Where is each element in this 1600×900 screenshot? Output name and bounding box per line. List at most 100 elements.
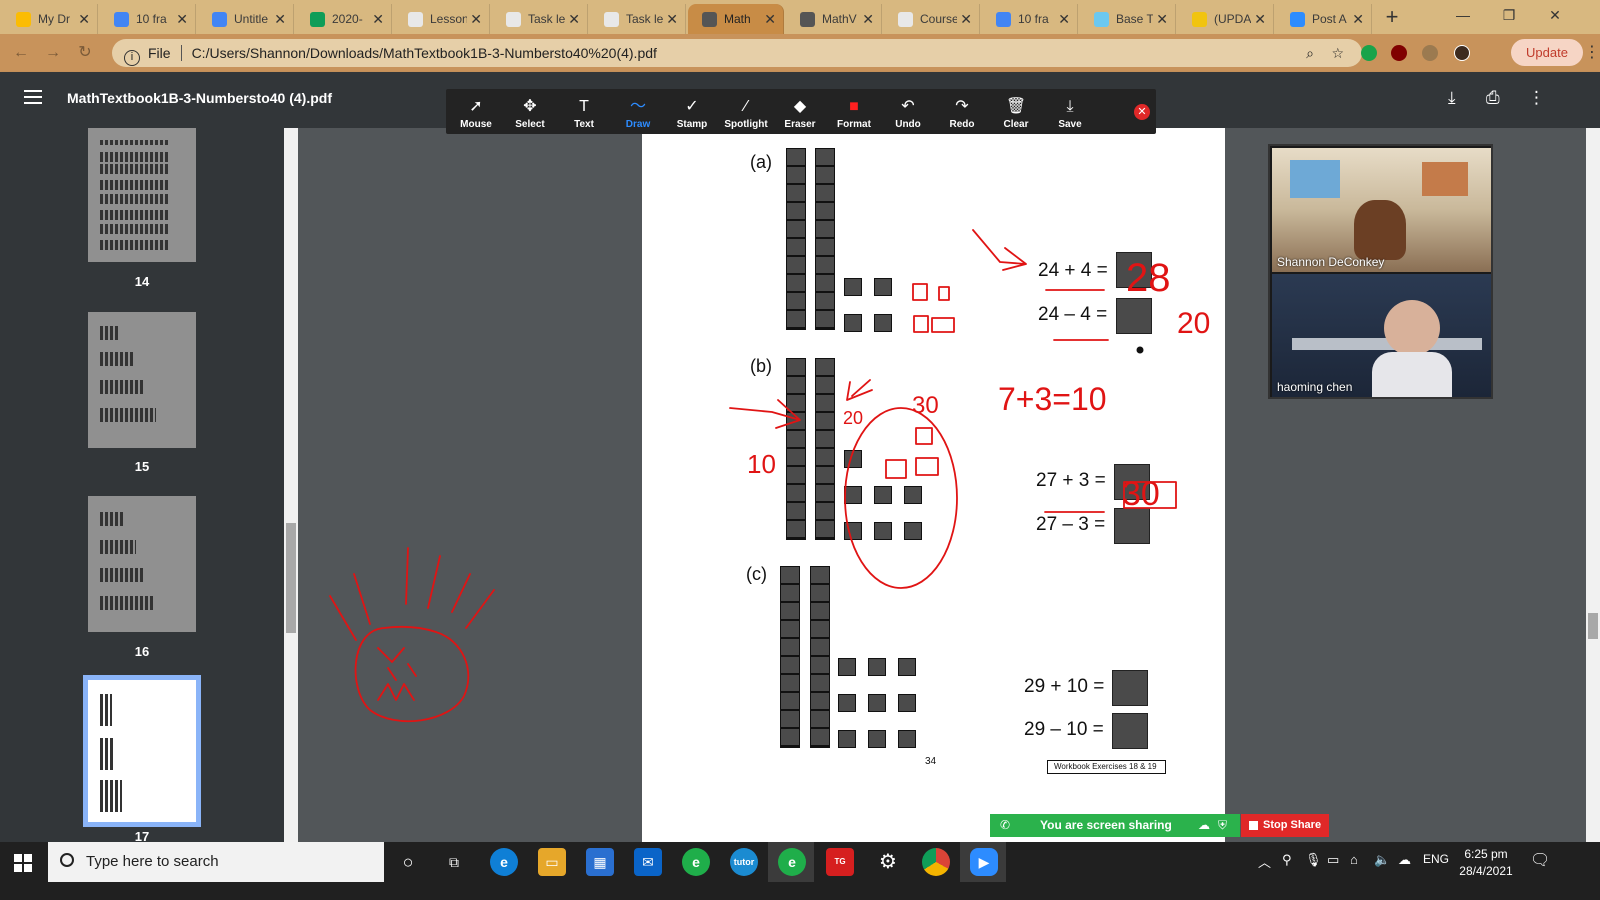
cortana-icon[interactable]: ○ [394, 848, 422, 876]
participant-video[interactable]: haoming chen [1272, 274, 1491, 397]
tray-chevron-icon[interactable]: ︿ [1258, 852, 1271, 871]
thumbnail-page-16[interactable] [88, 496, 196, 632]
sidebar-scrollbar[interactable] [284, 128, 298, 860]
browser-tab[interactable]: Post A ✕ [1276, 4, 1372, 34]
thumbnail-page-15[interactable] [88, 312, 196, 448]
tab-close-icon[interactable]: ✕ [372, 4, 384, 34]
browser-tab[interactable]: Untitle ✕ [198, 4, 294, 34]
browser-tab[interactable]: Course ✕ [884, 4, 980, 34]
close-window-button[interactable]: ✕ [1532, 0, 1578, 30]
tool-draw[interactable]: 〜 Draw [610, 89, 666, 134]
extension-puzzle-icon[interactable] [1422, 45, 1438, 61]
browser-tab[interactable]: 2020- ✕ [296, 4, 392, 34]
back-button[interactable]: ← [10, 42, 32, 64]
tab-close-icon[interactable]: ✕ [1058, 4, 1070, 34]
restore-button[interactable]: ❐ [1486, 0, 1532, 30]
tab-close-icon[interactable]: ✕ [1156, 4, 1168, 34]
pdf-more-icon[interactable]: ⋮ [1528, 88, 1545, 108]
browser-tab[interactable]: Lesson ✕ [394, 4, 490, 34]
address-bar[interactable]: i File C:/Users/Shannon/Downloads/MathText… [112, 39, 1362, 67]
tab-close-icon[interactable]: ✕ [666, 4, 678, 34]
tutor-app-icon[interactable]: tutor [730, 848, 758, 876]
thumbnail-page-17[interactable] [83, 675, 201, 827]
tab-close-icon[interactable]: ✕ [764, 4, 776, 34]
tool-stamp[interactable]: ✓ Stamp [664, 89, 720, 134]
windows-start-icon[interactable] [14, 854, 32, 872]
zoom-icon[interactable]: ⌕ [1306, 39, 1314, 67]
document-scrollbar[interactable] [1586, 128, 1600, 860]
tool-format[interactable]: ■ Format [826, 89, 882, 134]
tab-close-icon[interactable]: ✕ [274, 4, 286, 34]
volume-icon[interactable]: 🔈 [1374, 852, 1390, 868]
extension-evernote-icon[interactable] [1361, 45, 1377, 61]
info-icon[interactable]: i [124, 50, 140, 66]
browser-tab[interactable]: My Dr ✕ [2, 4, 98, 34]
answer-box[interactable] [1114, 464, 1150, 500]
settings-gear-icon[interactable]: ⚙ [874, 848, 902, 876]
forward-button[interactable]: → [42, 42, 64, 64]
tab-close-icon[interactable]: ✕ [78, 4, 90, 34]
browser-menu-icon[interactable]: ⋮ [1584, 42, 1600, 62]
language-indicator[interactable]: ENG [1423, 852, 1449, 866]
evernote-icon[interactable]: e [682, 848, 710, 876]
tutor-group-icon[interactable]: TG [826, 848, 854, 876]
system-clock[interactable]: 6:25 pm 28/4/2021 [1451, 846, 1521, 880]
battery-icon[interactable]: ▭ [1327, 852, 1339, 868]
task-view-icon[interactable]: ⧉ [440, 848, 468, 876]
tool-mouse[interactable]: ➚ Mouse [448, 89, 504, 134]
browser-tab[interactable]: Base T ✕ [1080, 4, 1176, 34]
tab-close-icon[interactable]: ✕ [470, 4, 482, 34]
browser-tab[interactable]: 10 fra ✕ [100, 4, 196, 34]
tab-close-icon[interactable]: ✕ [1352, 4, 1364, 34]
evernote-app-icon[interactable]: e [778, 848, 806, 876]
stop-share-button[interactable]: Stop Share [1241, 814, 1329, 837]
browser-tab[interactable]: MathV ✕ [786, 4, 882, 34]
answer-box[interactable] [1112, 713, 1148, 749]
file-explorer-icon[interactable]: ▭ [538, 848, 566, 876]
cloud-sync-icon[interactable]: ☁ [1398, 852, 1411, 868]
store-icon[interactable]: ▦ [586, 848, 614, 876]
tab-close-icon[interactable]: ✕ [960, 4, 972, 34]
thumbnail-page-14[interactable] [88, 128, 196, 262]
update-button[interactable]: Update [1511, 39, 1583, 66]
tab-close-icon[interactable]: ✕ [862, 4, 874, 34]
mail-icon[interactable]: ✉ [634, 848, 662, 876]
tool-spotlight[interactable]: ⁄ Spotlight [718, 89, 774, 134]
browser-tab[interactable]: (UPDA ✕ [1178, 4, 1274, 34]
tool-eraser[interactable]: ◆ Eraser [772, 89, 828, 134]
zoom-app-icon[interactable]: ▶ [970, 848, 998, 876]
browser-tab[interactable]: 10 fra ✕ [982, 4, 1078, 34]
answer-box[interactable] [1114, 508, 1150, 544]
close-annotation-icon[interactable]: ✕ [1134, 104, 1150, 120]
bookmark-star-icon[interactable]: ☆ [1331, 39, 1344, 67]
taskbar-search-box[interactable]: Type here to search [48, 842, 384, 882]
tool-select[interactable]: ✥ Select [502, 89, 558, 134]
answer-box[interactable] [1116, 252, 1152, 288]
browser-tab[interactable]: Math ✕ [688, 4, 784, 34]
print-icon[interactable]: ⎙ [1486, 88, 1500, 108]
new-tab-button[interactable]: + [1378, 4, 1406, 32]
edge-icon[interactable]: e [490, 848, 518, 876]
tray-app-icon[interactable]: ⚲ [1282, 852, 1292, 868]
microphone-icon[interactable]: 🎙 [1305, 852, 1322, 868]
participant-video[interactable]: Shannon DeConkey [1272, 148, 1491, 272]
browser-tab[interactable]: Task le ✕ [590, 4, 686, 34]
tab-close-icon[interactable]: ✕ [568, 4, 580, 34]
browser-tab[interactable]: Task le ✕ [492, 4, 588, 34]
extension-ublock-icon[interactable] [1391, 45, 1407, 61]
screen-sharing-bar[interactable]: ✆ You are screen sharing ☁ ⛨ [990, 814, 1240, 837]
tab-close-icon[interactable]: ✕ [176, 4, 188, 34]
answer-box[interactable] [1112, 670, 1148, 706]
network-icon[interactable]: ⌂ [1350, 852, 1358, 867]
tab-close-icon[interactable]: ✕ [1254, 4, 1266, 34]
tool-undo[interactable]: ↶ Undo [880, 89, 936, 134]
hamburger-menu-icon[interactable] [24, 90, 42, 104]
tool-redo[interactable]: ↷ Redo [934, 89, 990, 134]
profile-avatar[interactable] [1454, 45, 1470, 61]
notifications-icon[interactable]: 🗨 [1530, 850, 1550, 870]
tool-save[interactable]: ⤓ Save [1042, 89, 1098, 134]
drag-handle-icon[interactable]: ✆ [1000, 814, 1010, 837]
tool-text[interactable]: T Text [556, 89, 612, 134]
minimize-button[interactable]: — [1440, 0, 1486, 30]
tool-clear[interactable]: 🗑 Clear [988, 89, 1044, 134]
